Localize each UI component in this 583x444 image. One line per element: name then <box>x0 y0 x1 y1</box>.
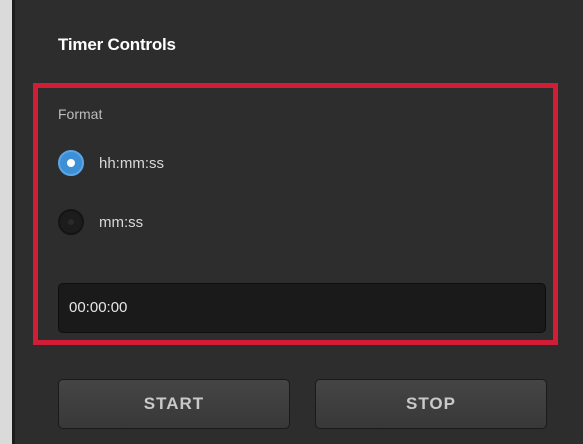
format-option-label: hh:mm:ss <box>99 154 165 172</box>
radio-unselected-icon[interactable] <box>58 209 84 235</box>
timer-value-field[interactable]: 00:00:00 <box>58 283 546 333</box>
format-label: Format <box>58 106 103 122</box>
start-button[interactable]: START <box>58 379 290 429</box>
stop-button[interactable]: STOP <box>315 379 547 429</box>
radio-selected-icon[interactable] <box>58 150 84 176</box>
panel-edge <box>12 0 15 444</box>
format-option-hhmmss[interactable]: hh:mm:ss <box>58 150 164 176</box>
format-option-label: mm:ss <box>99 213 144 231</box>
format-option-mmss[interactable]: mm:ss <box>58 209 143 235</box>
left-border <box>0 0 12 444</box>
panel-title: Timer Controls <box>58 35 176 54</box>
